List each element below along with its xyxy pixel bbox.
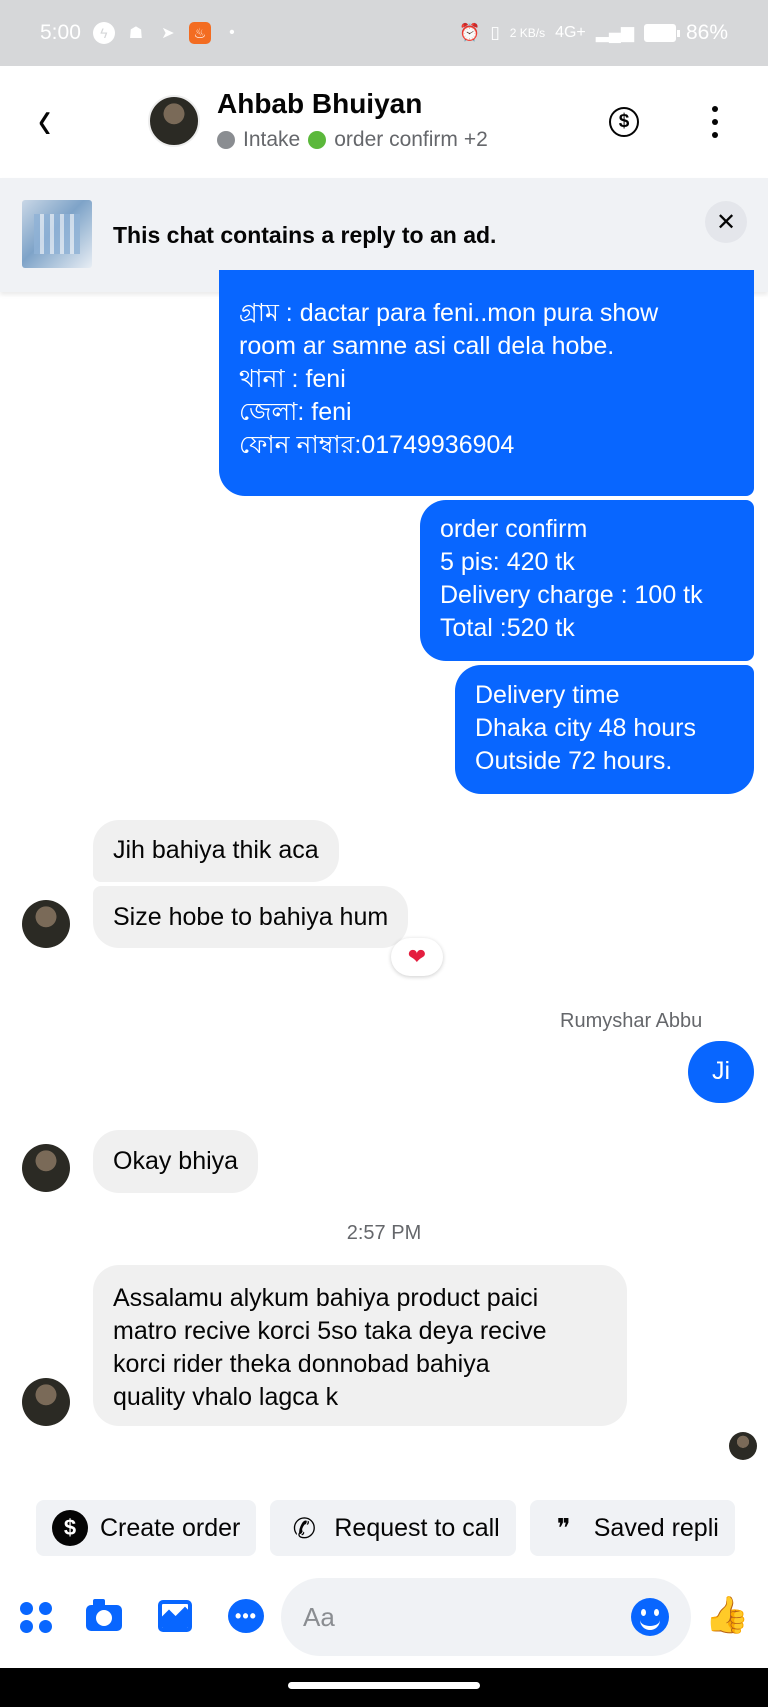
battery-icon [643, 24, 680, 42]
more-tags-count: +2 [463, 128, 488, 151]
message-line: korci rider theka donnobad bahiya [113, 1350, 490, 1378]
ad-thumbnail[interactable] [22, 200, 92, 268]
message-line: Delivery charge : 100 tk [440, 581, 703, 609]
vibrate-icon: ▯ [490, 23, 500, 42]
message-line: Total :520 tk [440, 614, 575, 642]
outgoing-message[interactable]: order confirm 5 pis: 420 tk Delivery cha… [420, 500, 754, 661]
messenger-icon: ϟ [92, 22, 115, 44]
network-type: 4G+ [555, 24, 586, 41]
outgoing-message[interactable]: Ji [688, 1041, 754, 1103]
snapchat-icon: ☗ [128, 25, 144, 42]
create-order-label: Create order [100, 1513, 241, 1542]
message-line: order confirm [440, 515, 588, 543]
incoming-message[interactable]: Size hobe to bahiya hum [93, 886, 409, 948]
like-icon[interactable]: 👍 [704, 1592, 750, 1638]
message-line: 5 pis: 420 tk [440, 548, 575, 576]
app-notification-icon: ♨ [188, 22, 211, 44]
message-text: Ji [711, 1057, 731, 1085]
message-line: quality vhalo lagca k [113, 1383, 339, 1411]
contact-avatar[interactable] [22, 1378, 70, 1426]
incoming-message[interactable]: Okay bhiya [93, 1130, 259, 1193]
quick-actions: $ Create order ✆ Request to call ❞ Saved… [36, 1500, 735, 1556]
back-arrow-icon[interactable]: ‹ [38, 92, 51, 148]
message-line: matro recive korci 5so taka deya recive [113, 1317, 547, 1345]
heart-icon: ❤ [407, 944, 427, 969]
message-line: room ar samne asi call dela hobe. [239, 332, 615, 360]
message-line: ফোন নাম্বার:01749936904 [239, 431, 515, 459]
message-text: Okay bhiya [113, 1147, 239, 1175]
saved-replies-button[interactable]: ❞ Saved repli [529, 1500, 735, 1556]
contact-avatar[interactable] [22, 900, 70, 948]
close-icon: ✕ [715, 208, 737, 236]
heart-reaction[interactable]: ❤ [391, 938, 443, 976]
incoming-message[interactable]: Assalamu alykum bahiya product paici mat… [93, 1265, 627, 1426]
outgoing-message[interactable]: গ্রাম : dactar para feni..mon pura show … [219, 270, 754, 496]
more-actions-icon[interactable] [16, 1596, 56, 1636]
create-order-button[interactable]: $ Create order [36, 1500, 257, 1556]
message-text: Size hobe to bahiya hum [113, 903, 389, 931]
saved-replies-icon[interactable]: ••• [226, 1596, 266, 1636]
status-bar: 5:00 ϟ ☗ ➤ ♨ • ⏰ ▯ 2 KB/s 4G+ ▂▄▆ 86% [0, 0, 768, 66]
ad-banner-text: This chat contains a reply to an ad. [113, 222, 497, 248]
message-line: Assalamu alykum bahiya product paici [113, 1284, 539, 1312]
outgoing-message[interactable]: Delivery time Dhaka city 48 hours Outsid… [455, 665, 754, 794]
close-banner-button[interactable]: ✕ [705, 201, 747, 243]
seen-indicator-avatar [729, 1432, 757, 1460]
message-line: Delivery time [475, 681, 620, 709]
system-navigation-bar [0, 1668, 768, 1707]
dollar-icon: $ [618, 111, 630, 132]
more-options-icon[interactable] [705, 102, 725, 142]
contact-labels[interactable]: Intake order confirm +2 [217, 128, 488, 152]
request-to-call-label: Request to call [334, 1513, 500, 1542]
intake-tag: Intake [243, 128, 301, 151]
phone-plus-icon: ✆ [292, 1512, 317, 1544]
status-time: 5:00 [40, 21, 81, 44]
battery-percent: 86% [685, 21, 728, 44]
dollar-circle-icon: $ [52, 1510, 88, 1546]
chat-bubbles-icon: ❞ [556, 1512, 571, 1543]
alarm-icon: ⏰ [459, 23, 481, 42]
sender-name: Rumyshar Abbu [560, 1010, 703, 1032]
emoji-icon[interactable] [631, 1598, 669, 1636]
gallery-icon[interactable] [156, 1596, 196, 1636]
message-input-box[interactable] [281, 1578, 691, 1656]
message-line: থানা : feni [239, 365, 346, 393]
contact-avatar[interactable] [22, 1144, 70, 1192]
saved-replies-label: Saved repli [593, 1513, 719, 1542]
order-confirm-tag-dot [308, 131, 327, 149]
notification-dot-icon: • [229, 24, 235, 41]
intake-tag-dot [217, 131, 235, 149]
incoming-message[interactable]: Jih bahiya thik aca [93, 820, 339, 882]
message-line: Dhaka city 48 hours [475, 714, 696, 742]
payment-button[interactable]: $ [609, 107, 639, 137]
message-line: Outside 72 hours. [475, 747, 673, 775]
message-input[interactable] [303, 1596, 603, 1638]
network-speed: 2 KB/s [509, 26, 546, 40]
camera-icon[interactable] [84, 1596, 124, 1636]
message-timestamp: 2:57 PM [346, 1222, 422, 1244]
contact-name[interactable]: Ahbab Bhuiyan [217, 88, 422, 120]
message-text: Jih bahiya thik aca [113, 836, 319, 864]
chat-header: ‹ Ahbab Bhuiyan Intake order confirm +2 … [0, 66, 768, 178]
message-composer: ••• 👍 [0, 1578, 768, 1658]
message-line: গ্রাম : dactar para feni..mon pura show [239, 299, 659, 327]
request-to-call-button[interactable]: ✆ Request to call [270, 1500, 516, 1556]
order-confirm-tag: order confirm [334, 128, 458, 151]
signal-icon: ▂▄▆ [595, 23, 634, 42]
contact-avatar[interactable] [148, 95, 200, 147]
message-line: জেলা: feni [239, 398, 352, 426]
send-icon: ➤ [161, 25, 175, 42]
home-gesture-handle[interactable] [288, 1682, 480, 1689]
